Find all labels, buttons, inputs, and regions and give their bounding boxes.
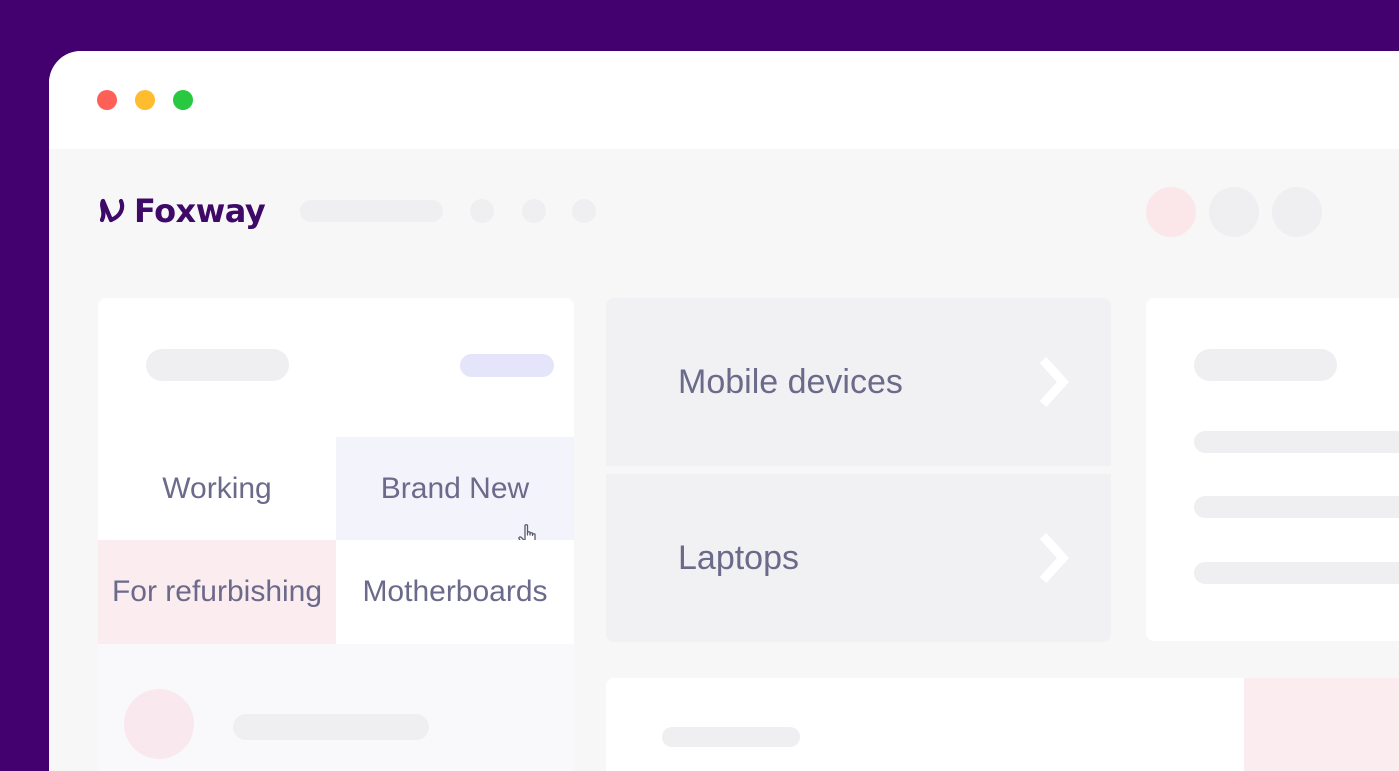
foxway-logo-icon [99,198,125,223]
card-footer [98,644,574,771]
text-line-placeholder [1194,431,1399,453]
maximize-window-button[interactable] [173,90,193,110]
condition-label: Motherboards [362,575,548,608]
text-placeholder [662,727,800,747]
condition-for-refurbishing[interactable]: For refurbishing [98,540,336,644]
card-accent-block [1244,678,1399,771]
condition-label: Working [162,471,272,505]
window-titlebar [49,51,1399,149]
card-badge-placeholder [460,354,554,377]
condition-working[interactable]: Working [98,437,336,540]
nav-placeholder-dot[interactable] [572,199,596,223]
nav-placeholder-link[interactable] [300,200,443,222]
chevron-right-icon [1039,356,1070,408]
card-title-placeholder [1194,349,1337,381]
bottom-card [606,678,1399,771]
text-placeholder [233,714,429,740]
foxway-logo[interactable]: Foxway [97,191,266,231]
nav-placeholder-dot[interactable] [470,199,494,223]
close-window-button[interactable] [97,90,117,110]
condition-motherboards[interactable]: Motherboards [336,540,574,644]
minimize-window-button[interactable] [135,90,155,110]
avatar-placeholder [124,689,194,759]
browser-window: Foxway Working Brand New For refurbishin… [49,51,1399,771]
text-line-placeholder [1194,562,1399,584]
condition-label: Brand New [380,471,530,505]
condition-filter-card: Working Brand New For refurbishing Mothe… [98,298,574,771]
info-card [1146,298,1399,641]
category-label: Laptops [678,538,799,577]
text-line-placeholder [1194,496,1399,518]
avatar[interactable] [1146,187,1196,237]
chevron-right-icon [1039,532,1070,584]
category-laptops[interactable]: Laptops [606,474,1111,642]
category-mobile-devices[interactable]: Mobile devices [606,298,1111,466]
header-action-button[interactable] [1272,187,1322,237]
logo-text: Foxway [134,192,266,230]
header-action-button[interactable] [1209,187,1259,237]
category-label: Mobile devices [678,362,903,401]
card-title-placeholder [146,349,289,381]
nav-placeholder-dot[interactable] [522,199,546,223]
condition-brand-new[interactable]: Brand New [336,437,574,548]
condition-label: For refurbishing [111,575,323,608]
